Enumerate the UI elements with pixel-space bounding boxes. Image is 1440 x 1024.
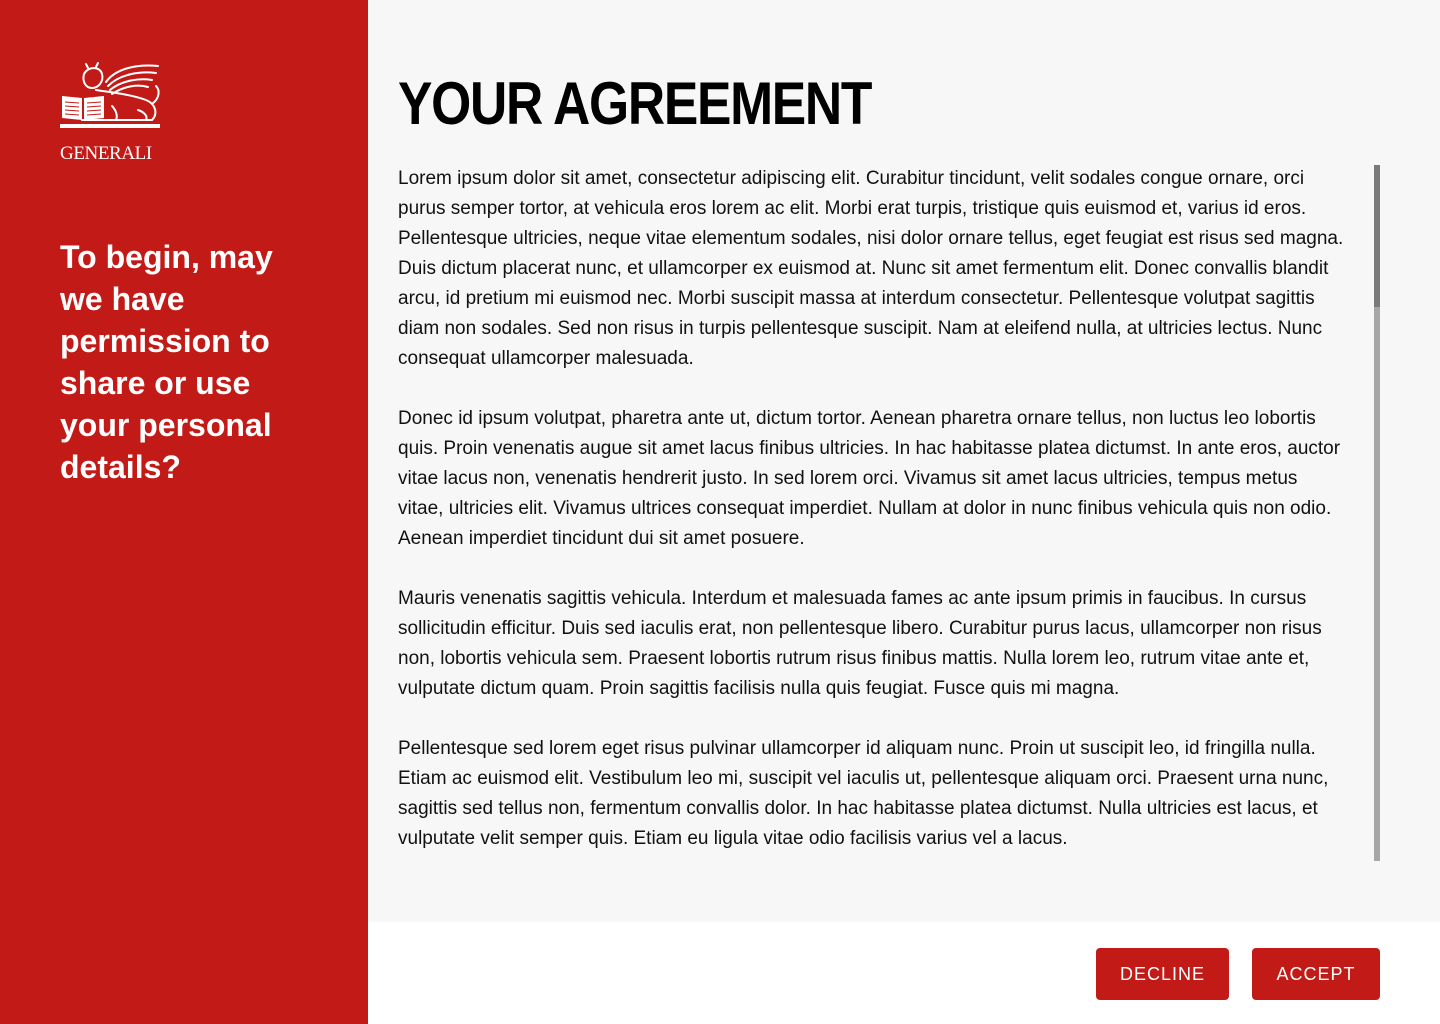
decline-button[interactable]: DECLINE	[1096, 948, 1229, 1000]
winged-lion-icon	[60, 62, 160, 128]
agreement-page: GENERALI To begin, may we have permissio…	[0, 0, 1440, 1024]
accept-button[interactable]: ACCEPT	[1252, 948, 1380, 1000]
scrollbar-thumb[interactable]	[1374, 165, 1380, 307]
generali-logo: GENERALI	[60, 62, 308, 164]
agreement-paragraph: Pellentesque sed lorem eget risus pulvin…	[398, 738, 1329, 849]
agreement-paragraph: Donec id ipsum volutpat, pharetra ante u…	[398, 408, 1341, 549]
scrollbar[interactable]	[1374, 165, 1380, 861]
agreement-paragraph: Mauris venenatis sagittis vehicula. Inte…	[398, 588, 1322, 699]
page-title: YOUR AGREEMENT	[398, 70, 872, 137]
main-panel: YOUR AGREEMENT Lorem ipsum dolor sit ame…	[368, 0, 1440, 1024]
agreement-content: YOUR AGREEMENT Lorem ipsum dolor sit ame…	[368, 0, 1440, 922]
agreement-paragraph: Lorem ipsum dolor sit amet, consectetur …	[398, 168, 1344, 369]
brand-wordmark: GENERALI	[60, 143, 152, 164]
permission-question: To begin, may we have permission to shar…	[60, 239, 273, 485]
sidebar: GENERALI To begin, may we have permissio…	[0, 0, 368, 1024]
agreement-text[interactable]: Lorem ipsum dolor sit amet, consectetur …	[398, 164, 1344, 894]
